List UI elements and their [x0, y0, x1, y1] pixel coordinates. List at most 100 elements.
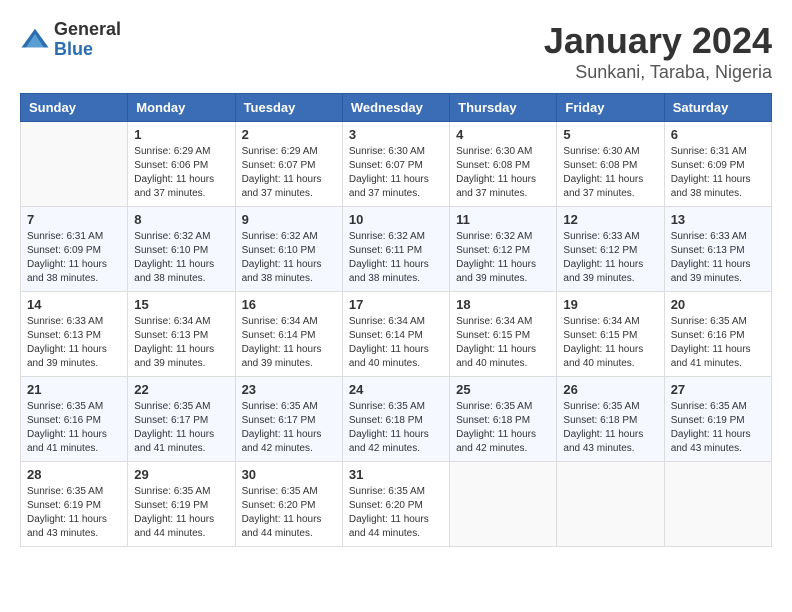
day-number: 7	[27, 212, 121, 227]
day-number: 25	[456, 382, 550, 397]
day-info: Sunrise: 6:32 AMSunset: 6:10 PMDaylight:…	[134, 230, 228, 286]
day-info: Sunrise: 6:29 AMSunset: 6:06 PMDaylight:…	[134, 145, 228, 201]
day-number: 3	[349, 127, 443, 142]
weekday-header-wednesday: Wednesday	[342, 94, 449, 122]
calendar-day-cell: 3 Sunrise: 6:30 AMSunset: 6:07 PMDaylight…	[342, 122, 449, 207]
day-number: 12	[563, 212, 657, 227]
day-info: Sunrise: 6:30 AMSunset: 6:07 PMDaylight:…	[349, 145, 443, 201]
calendar-day-cell	[664, 462, 771, 547]
day-info: Sunrise: 6:35 AMSunset: 6:18 PMDaylight:…	[349, 400, 443, 456]
day-number: 18	[456, 297, 550, 312]
calendar-table: SundayMondayTuesdayWednesdayThursdayFrid…	[20, 93, 772, 547]
weekday-header-monday: Monday	[128, 94, 235, 122]
calendar-day-cell: 17 Sunrise: 6:34 AMSunset: 6:14 PMDayligh…	[342, 292, 449, 377]
day-number: 1	[134, 127, 228, 142]
calendar-day-cell: 28 Sunrise: 6:35 AMSunset: 6:19 PMDayligh…	[21, 462, 128, 547]
day-info: Sunrise: 6:32 AMSunset: 6:11 PMDaylight:…	[349, 230, 443, 286]
calendar-day-cell: 26 Sunrise: 6:35 AMSunset: 6:18 PMDayligh…	[557, 377, 664, 462]
day-number: 17	[349, 297, 443, 312]
weekday-header-row: SundayMondayTuesdayWednesdayThursdayFrid…	[21, 94, 772, 122]
calendar-day-cell: 19Sunrise: 6:34 AMSunset: 6:15 PMDayligh…	[557, 292, 664, 377]
calendar-day-cell: 9Sunrise: 6:32 AMSunset: 6:10 PMDaylight…	[235, 207, 342, 292]
day-number: 6	[671, 127, 765, 142]
weekday-header-thursday: Thursday	[450, 94, 557, 122]
day-number: 10	[349, 212, 443, 227]
day-info: Sunrise: 6:32 AMSunset: 6:12 PMDaylight:…	[456, 230, 550, 286]
logo-text: General Blue	[54, 20, 121, 60]
calendar-day-cell: 10 Sunrise: 6:32 AMSunset: 6:11 PMDayligh…	[342, 207, 449, 292]
calendar-day-cell: 18 Sunrise: 6:34 AMSunset: 6:15 PMDayligh…	[450, 292, 557, 377]
logo-icon	[20, 25, 50, 55]
day-number: 13	[671, 212, 765, 227]
calendar-day-cell: 8 Sunrise: 6:32 AMSunset: 6:10 PMDaylight…	[128, 207, 235, 292]
day-info: Sunrise: 6:35 AMSunset: 6:19 PMDaylight:…	[671, 400, 765, 456]
day-info: Sunrise: 6:35 AMSunset: 6:18 PMDaylight:…	[563, 400, 657, 456]
day-info: Sunrise: 6:33 AMSunset: 6:13 PMDaylight:…	[27, 315, 121, 371]
day-info: Sunrise: 6:35 AMSunset: 6:19 PMDaylight:…	[134, 485, 228, 541]
calendar-week-row: 7 Sunrise: 6:31 AMSunset: 6:09 PMDaylight…	[21, 207, 772, 292]
calendar-day-cell: 25Sunrise: 6:35 AMSunset: 6:18 PMDayligh…	[450, 377, 557, 462]
day-number: 19	[563, 297, 657, 312]
day-info: Sunrise: 6:33 AMSunset: 6:13 PMDaylight:…	[671, 230, 765, 286]
calendar-day-cell: 23 Sunrise: 6:35 AMSunset: 6:17 PMDayligh…	[235, 377, 342, 462]
title-block: January 2024 Sunkani, Taraba, Nigeria	[544, 20, 772, 83]
day-info: Sunrise: 6:35 AMSunset: 6:20 PMDaylight:…	[242, 485, 336, 541]
day-number: 29	[134, 467, 228, 482]
day-number: 24	[349, 382, 443, 397]
day-number: 2	[242, 127, 336, 142]
day-info: Sunrise: 6:34 AMSunset: 6:15 PMDaylight:…	[456, 315, 550, 371]
day-number: 11	[456, 212, 550, 227]
day-number: 27	[671, 382, 765, 397]
day-info: Sunrise: 6:34 AMSunset: 6:14 PMDaylight:…	[242, 315, 336, 371]
calendar-day-cell: 15Sunrise: 6:34 AMSunset: 6:13 PMDayligh…	[128, 292, 235, 377]
calendar-day-cell: 7 Sunrise: 6:31 AMSunset: 6:09 PMDaylight…	[21, 207, 128, 292]
calendar-day-cell: 6Sunrise: 6:31 AMSunset: 6:09 PMDaylight…	[664, 122, 771, 207]
day-info: Sunrise: 6:31 AMSunset: 6:09 PMDaylight:…	[27, 230, 121, 286]
day-info: Sunrise: 6:35 AMSunset: 6:20 PMDaylight:…	[349, 485, 443, 541]
page-title: January 2024	[544, 20, 772, 62]
calendar-day-cell: 20Sunrise: 6:35 AMSunset: 6:16 PMDayligh…	[664, 292, 771, 377]
day-info: Sunrise: 6:35 AMSunset: 6:16 PMDaylight:…	[27, 400, 121, 456]
calendar-day-cell: 31Sunrise: 6:35 AMSunset: 6:20 PMDayligh…	[342, 462, 449, 547]
day-info: Sunrise: 6:35 AMSunset: 6:16 PMDaylight:…	[671, 315, 765, 371]
calendar-day-cell: 5 Sunrise: 6:30 AMSunset: 6:08 PMDaylight…	[557, 122, 664, 207]
weekday-header-saturday: Saturday	[664, 94, 771, 122]
calendar-day-cell: 30 Sunrise: 6:35 AMSunset: 6:20 PMDayligh…	[235, 462, 342, 547]
calendar-day-cell: 21 Sunrise: 6:35 AMSunset: 6:16 PMDayligh…	[21, 377, 128, 462]
day-number: 22	[134, 382, 228, 397]
day-info: Sunrise: 6:33 AMSunset: 6:12 PMDaylight:…	[563, 230, 657, 286]
day-number: 8	[134, 212, 228, 227]
day-number: 5	[563, 127, 657, 142]
day-info: Sunrise: 6:35 AMSunset: 6:17 PMDaylight:…	[134, 400, 228, 456]
day-number: 14	[27, 297, 121, 312]
day-info: Sunrise: 6:35 AMSunset: 6:19 PMDaylight:…	[27, 485, 121, 541]
day-number: 4	[456, 127, 550, 142]
day-number: 15	[134, 297, 228, 312]
calendar-day-cell: 27 Sunrise: 6:35 AMSunset: 6:19 PMDayligh…	[664, 377, 771, 462]
day-info: Sunrise: 6:30 AMSunset: 6:08 PMDaylight:…	[563, 145, 657, 201]
day-number: 16	[242, 297, 336, 312]
calendar-day-cell: 4Sunrise: 6:30 AMSunset: 6:08 PMDaylight…	[450, 122, 557, 207]
day-number: 23	[242, 382, 336, 397]
day-info: Sunrise: 6:34 AMSunset: 6:14 PMDaylight:…	[349, 315, 443, 371]
logo: General Blue	[20, 20, 121, 60]
day-number: 30	[242, 467, 336, 482]
calendar-day-cell: 29 Sunrise: 6:35 AMSunset: 6:19 PMDayligh…	[128, 462, 235, 547]
day-number: 28	[27, 467, 121, 482]
calendar-day-cell: 13 Sunrise: 6:33 AMSunset: 6:13 PMDayligh…	[664, 207, 771, 292]
day-number: 21	[27, 382, 121, 397]
calendar-day-cell	[557, 462, 664, 547]
calendar-week-row: 21 Sunrise: 6:35 AMSunset: 6:16 PMDayligh…	[21, 377, 772, 462]
weekday-header-friday: Friday	[557, 94, 664, 122]
calendar-day-cell: 16 Sunrise: 6:34 AMSunset: 6:14 PMDayligh…	[235, 292, 342, 377]
calendar-week-row: 14 Sunrise: 6:33 AMSunset: 6:13 PMDayligh…	[21, 292, 772, 377]
calendar-day-cell: 11 Sunrise: 6:32 AMSunset: 6:12 PMDayligh…	[450, 207, 557, 292]
calendar-day-cell: 12 Sunrise: 6:33 AMSunset: 6:12 PMDayligh…	[557, 207, 664, 292]
day-number: 9	[242, 212, 336, 227]
day-info: Sunrise: 6:35 AMSunset: 6:17 PMDaylight:…	[242, 400, 336, 456]
day-number: 26	[563, 382, 657, 397]
calendar-day-cell: 24 Sunrise: 6:35 AMSunset: 6:18 PMDayligh…	[342, 377, 449, 462]
page-subtitle: Sunkani, Taraba, Nigeria	[544, 62, 772, 83]
day-info: Sunrise: 6:29 AMSunset: 6:07 PMDaylight:…	[242, 145, 336, 201]
calendar-week-row: 28 Sunrise: 6:35 AMSunset: 6:19 PMDayligh…	[21, 462, 772, 547]
